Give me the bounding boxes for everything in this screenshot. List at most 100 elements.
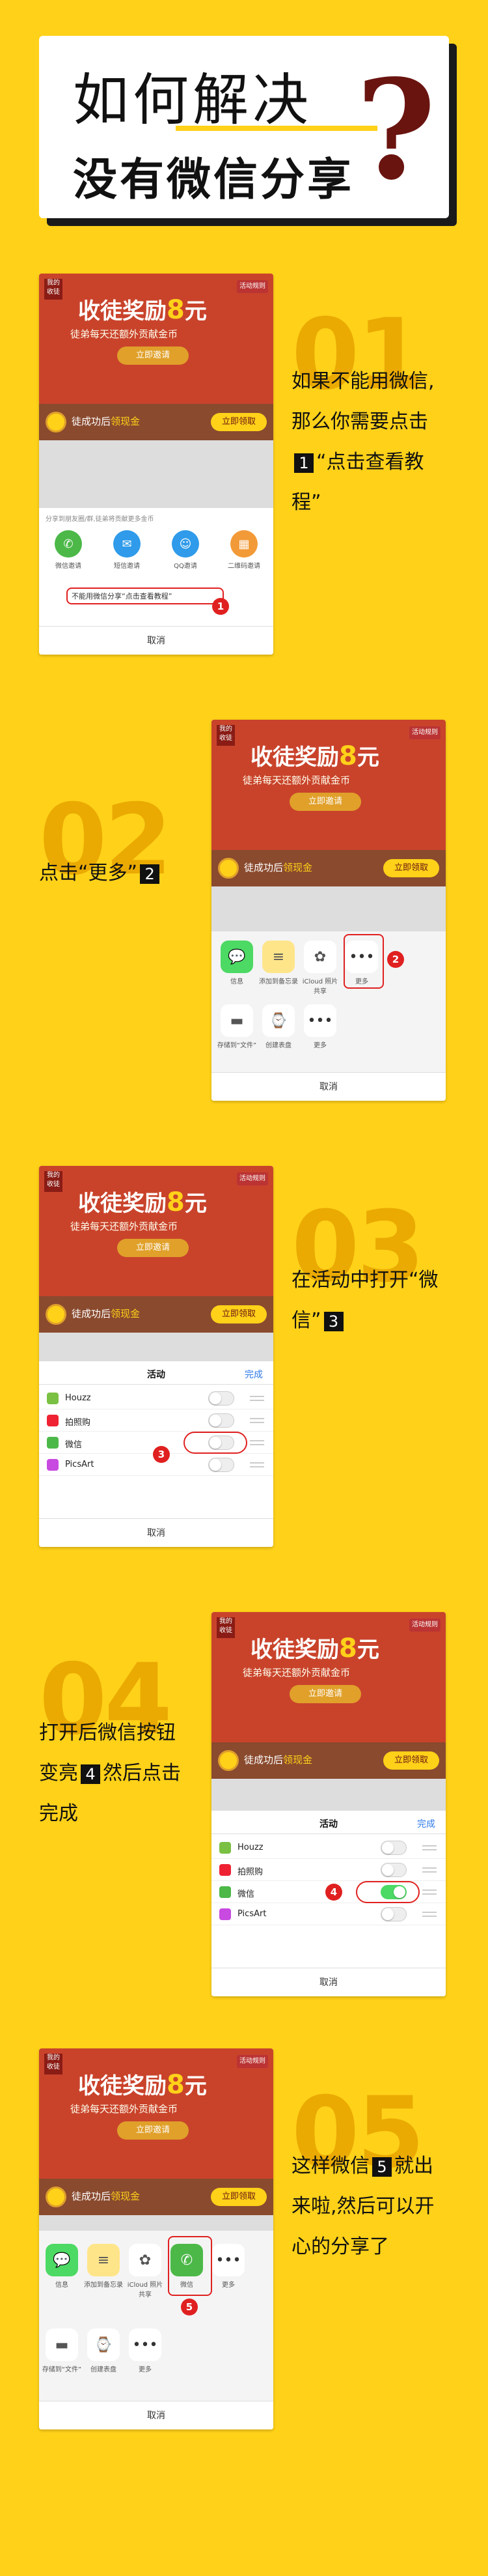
toggle-photo-shop[interactable]: [381, 1863, 407, 1877]
step-marker-1: 1: [212, 598, 229, 615]
share-qrcode[interactable]: ▦ 二维码邀请: [224, 530, 264, 570]
share-notes[interactable]: ≡ 添加到备忘录: [83, 2244, 124, 2299]
toggle-houzz[interactable]: [208, 1391, 234, 1406]
app-banner: 我的收徒 活动规则 收徒奖励8元 徒弟每天还额外贡献金币 立即邀请: [211, 1612, 446, 1762]
invite-button[interactable]: 立即邀请: [117, 1239, 189, 1257]
activity-row-picsart: PicsArt: [211, 1903, 446, 1925]
save-to-files[interactable]: ▬ 存储到“文件”: [217, 1004, 257, 1049]
share-apps-row: 💬 信息 ≡ 添加到备忘录 ✿ iCloud 照片共享 ••• 更多: [211, 941, 446, 995]
rules-button[interactable]: 活动规则: [237, 280, 268, 293]
banner-title: 收徒奖励8元: [78, 295, 207, 325]
toggle-houzz[interactable]: [381, 1841, 407, 1855]
drag-handle[interactable]: [250, 1462, 264, 1467]
share-sms[interactable]: ✉ 短信邀请: [107, 530, 147, 570]
step-marker-5: 5: [181, 2299, 198, 2315]
banner-subtitle: 徒弟每天还额外贡献金币: [70, 328, 178, 340]
claim-button[interactable]: 立即领取: [211, 2188, 267, 2206]
step-text-4: 打开后微信按钮 变亮 4 然后点击 完成: [39, 1721, 181, 1825]
activity-header: 活动 完成: [211, 1811, 446, 1834]
wechat-icon: [219, 1886, 231, 1898]
cancel-button[interactable]: 取消: [211, 1968, 446, 1996]
claim-button[interactable]: 立即领取: [383, 859, 439, 877]
cancel-button[interactable]: 取消: [39, 1518, 273, 1547]
reward-text: 徒成功后领现金: [72, 1308, 141, 1320]
toggle-picsart[interactable]: [381, 1907, 407, 1921]
toggle-photo-shop[interactable]: [208, 1413, 234, 1428]
drag-handle[interactable]: [422, 1890, 437, 1895]
my-apprentice-tag[interactable]: 我的收徒: [44, 279, 62, 300]
reward-band: 徒成功后领现金 立即领取: [211, 1742, 446, 1779]
share-hint: 分享到朋友圈/群,徒弟将贡献更多金币: [46, 516, 154, 523]
share-row: ✆ 微信邀请 ✉ 短信邀请 ☺ QQ邀请 ▦ 二维码邀请: [39, 530, 273, 570]
my-apprentice-tag[interactable]: 我的收徒: [44, 2054, 62, 2074]
share-notes[interactable]: ≡ 添加到备忘录: [258, 941, 299, 995]
my-apprentice-tag[interactable]: 我的收徒: [44, 1171, 62, 1192]
phone-step-1: 我的收徒 活动规则 收徒奖励8元 徒弟每天还额外贡献金币 立即邀请 徒成功后领现…: [39, 274, 273, 655]
highlight-box: [344, 934, 384, 989]
step-text-2: 点击“更多” 2: [39, 853, 234, 894]
invite-button[interactable]: 立即邀请: [117, 347, 189, 365]
wechat-icon: ✆: [55, 530, 82, 558]
share-qq[interactable]: ☺ QQ邀请: [165, 530, 206, 570]
tutorial-link[interactable]: 不能用微信分享“点击查看教程”: [72, 591, 172, 601]
cancel-button[interactable]: 取消: [211, 1072, 446, 1101]
actions-more[interactable]: ••• 更多: [300, 1004, 340, 1049]
step-text-3: 在活动中打开“微 信” 3: [291, 1269, 439, 1332]
drag-handle[interactable]: [250, 1440, 264, 1445]
drag-handle[interactable]: [422, 1845, 437, 1850]
folder-icon: ▬: [46, 2328, 78, 2361]
drag-handle[interactable]: [422, 1867, 437, 1873]
save-to-files[interactable]: ▬ 存储到“文件”: [42, 2328, 82, 2373]
phone-step-2: 我的收徒 活动规则 收徒奖励8元 徒弟每天还额外贡献金币 立即邀请 徒成功后领现…: [211, 720, 446, 1101]
rules-button[interactable]: 活动规则: [237, 2055, 268, 2068]
cancel-button[interactable]: 取消: [39, 2401, 273, 2429]
my-apprentice-tag[interactable]: 我的收徒: [217, 725, 235, 746]
reward-text: 徒成功后领现金: [244, 1754, 313, 1766]
watch-icon: ⌚: [87, 2328, 120, 2361]
step-marker-2: 2: [387, 951, 404, 968]
qq-icon: ☺: [172, 530, 199, 558]
banner-subtitle: 徒弟每天还额外贡献金币: [243, 774, 351, 786]
more-icon: •••: [304, 1004, 336, 1037]
toggle-picsart[interactable]: [208, 1458, 234, 1472]
claim-button[interactable]: 立即领取: [211, 1305, 267, 1323]
activity-header: 活动 完成: [39, 1361, 273, 1385]
claim-button[interactable]: 立即领取: [211, 413, 267, 431]
invite-button[interactable]: 立即邀请: [290, 793, 361, 811]
rules-button[interactable]: 活动规则: [409, 1619, 441, 1632]
title-line-1: 如何解决: [73, 68, 312, 133]
share-more[interactable]: ••• 更多: [208, 2244, 249, 2299]
share-actions-row: ▬ 存储到“文件” ⌚ 创建表盘 ••• 更多: [39, 2328, 273, 2373]
share-icloud-photos[interactable]: ✿ iCloud 照片共享: [300, 941, 340, 995]
cancel-button[interactable]: 取消: [39, 626, 273, 655]
drag-handle[interactable]: [250, 1418, 264, 1423]
drag-handle[interactable]: [422, 1912, 437, 1917]
wechat-icon: [47, 1437, 59, 1449]
highlight-box: [168, 2236, 212, 2296]
phone-step-3: 我的收徒 活动规则 收徒奖励8元 徒弟每天还额外贡献金币 立即邀请 徒成功后领现…: [39, 1166, 273, 1547]
activity-title: 活动: [147, 1370, 165, 1380]
invite-button[interactable]: 立即邀请: [117, 2121, 189, 2140]
highlight-box: [356, 1881, 420, 1903]
share-messages[interactable]: 💬 信息: [42, 2244, 82, 2299]
done-button[interactable]: 完成: [417, 1817, 435, 1830]
phone-step-5: 我的收徒 活动规则 收徒奖励8元 徒弟每天还额外贡献金币 立即邀请 徒成功后领现…: [39, 2048, 273, 2429]
rules-button[interactable]: 活动规则: [237, 1172, 268, 1185]
rules-button[interactable]: 活动规则: [409, 726, 441, 739]
my-apprentice-tag[interactable]: 我的收徒: [217, 1617, 235, 1638]
activity-row-photo-shop: 拍照购: [211, 1859, 446, 1881]
banner-subtitle: 徒弟每天还额外贡献金币: [243, 1667, 351, 1678]
actions-more[interactable]: ••• 更多: [125, 2328, 165, 2373]
ios-share-sheet: 💬 信息 ≡ 添加到备忘录 ✿ iCloud 照片共享 ✆ 微信 ••• 更多 5 ▬ 存储…: [39, 2231, 273, 2429]
app-banner: 我的收徒 活动规则 收徒奖励8元 徒弟每天还额外贡献金币 立即邀请: [39, 274, 273, 423]
done-button[interactable]: 完成: [245, 1368, 263, 1381]
create-watch-face[interactable]: ⌚ 创建表盘: [258, 1004, 299, 1049]
invite-button[interactable]: 立即邀请: [290, 1685, 361, 1703]
share-icloud-photos[interactable]: ✿ iCloud 照片共享: [125, 2244, 165, 2299]
photo-shop-icon: [47, 1415, 59, 1426]
drag-handle[interactable]: [250, 1396, 264, 1401]
share-messages[interactable]: 💬 信息: [217, 941, 257, 995]
claim-button[interactable]: 立即领取: [383, 1751, 439, 1770]
share-wechat[interactable]: ✆ 微信邀请: [48, 530, 88, 570]
create-watch-face[interactable]: ⌚ 创建表盘: [83, 2328, 124, 2373]
